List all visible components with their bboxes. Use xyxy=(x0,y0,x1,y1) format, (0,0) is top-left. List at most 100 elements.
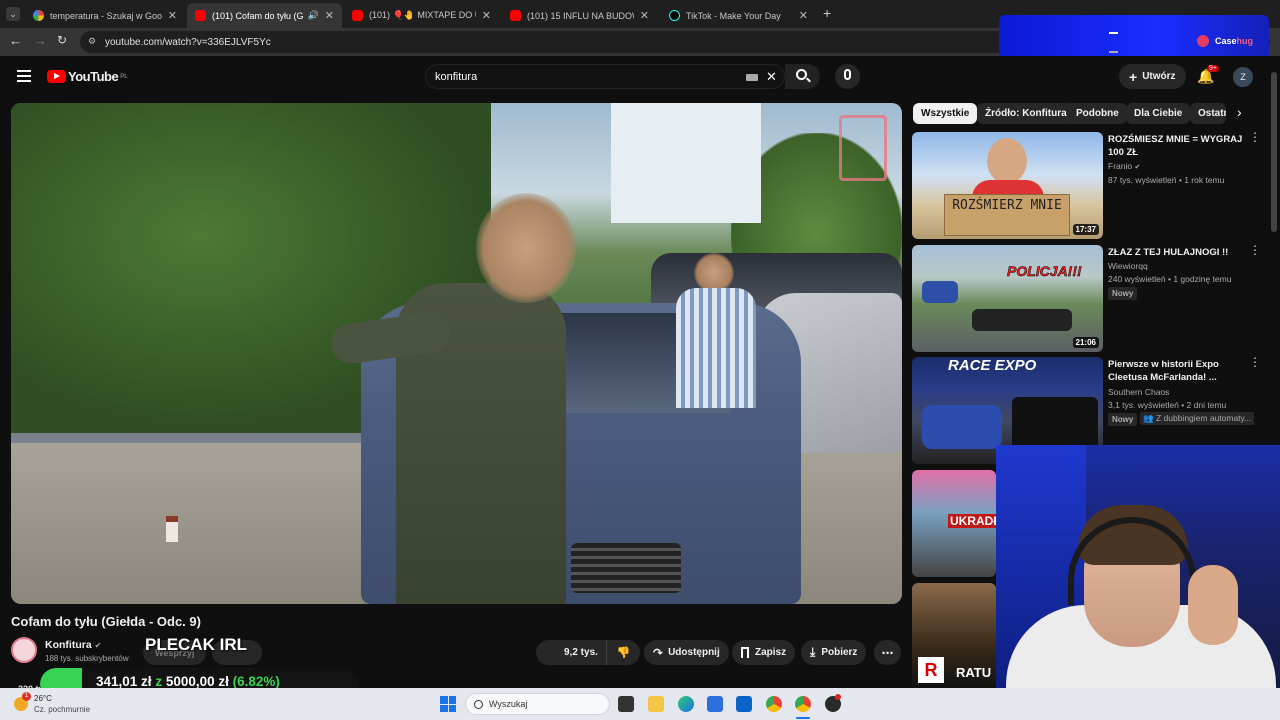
thumb-engine xyxy=(1012,397,1098,451)
more-vertical-icon[interactable]: ⋮ xyxy=(1249,244,1261,256)
edge-icon[interactable] xyxy=(678,696,694,712)
active-app-indicator xyxy=(796,717,810,719)
keyboard-icon[interactable] xyxy=(746,74,758,81)
browser-tab[interactable]: (101) 15 INFLU NA BUDOWIE: L ✕ xyxy=(502,3,657,28)
recommendation-thumbnail[interactable]: UKRADŁ xyxy=(912,470,996,577)
thumb-caption: POLICJA!!! xyxy=(1007,263,1082,280)
youtube-logo-text: YouTube xyxy=(68,69,119,84)
speaker-icon[interactable]: 🔊 xyxy=(308,10,319,21)
search-query: konfitura xyxy=(435,70,478,83)
verified-icon: ✔ xyxy=(1134,164,1141,171)
casehug-logo-case: Case xyxy=(1215,36,1237,46)
recommendation-thumbnail[interactable]: RATU R xyxy=(912,583,996,688)
goal-target: 5000,00 zł xyxy=(165,674,229,689)
new-tab-button[interactable]: + xyxy=(823,5,831,21)
voice-search-button[interactable] xyxy=(835,64,860,89)
recommendation-channel[interactable]: Franio ✔ xyxy=(1108,161,1140,171)
recommendation-title[interactable]: ZŁAZ Z TEJ HULAJNOGI !! xyxy=(1108,246,1243,259)
video-title: Cofam do tyłu (Giełda - Odc. 9) xyxy=(11,614,201,629)
page-scrollbar[interactable] xyxy=(1271,72,1277,232)
download-icon: ⤓ xyxy=(810,645,816,659)
like-button[interactable]: 9,2 tys. xyxy=(536,640,606,665)
youtube-logo[interactable]: YouTube PL xyxy=(47,69,128,84)
chip-related[interactable]: Podobne xyxy=(1068,103,1127,124)
more-vertical-icon[interactable]: ⋮ xyxy=(1249,131,1261,143)
weather-desc: Cz. pochmurnie xyxy=(34,705,91,714)
clear-search-icon[interactable]: ✕ xyxy=(766,69,777,85)
chips-next-icon[interactable]: › xyxy=(1237,104,1242,120)
thumb-police-car xyxy=(922,281,958,303)
casehug-logo-icon xyxy=(1197,35,1209,47)
video-blurred-face-2 xyxy=(694,253,734,293)
recommendation-item[interactable]: ROZŚMIERZ MNIE 17:37 ROZŚMIESZ MNIE = WY… xyxy=(912,131,1261,239)
store-icon[interactable] xyxy=(707,696,723,712)
back-icon[interactable]: ← xyxy=(9,33,22,48)
browser-tab[interactable]: (101) 🎈🤚 MIXTAPE DO UCIEK ✕ xyxy=(344,3,499,28)
recommendation-title[interactable]: ROZŚMIESZ MNIE = WYGRAJ 100 ZŁ xyxy=(1108,133,1243,159)
more-horizontal-icon: ⋯ xyxy=(881,645,894,660)
youtube-header: YouTube PL konfitura ✕ + Utwórz 🔔 9+ Z xyxy=(0,56,1280,100)
recommendation-item[interactable]: POLICJA!!! 21:06 ZŁAZ Z TEJ HULAJNOGI !!… xyxy=(912,244,1261,352)
forward-icon[interactable]: → xyxy=(34,33,47,48)
recommendation-thumbnail[interactable]: ROZŚMIERZ MNIE 17:37 xyxy=(912,132,1103,239)
youtube-icon xyxy=(510,10,521,21)
share-button[interactable]: ↷ Udostępnij xyxy=(644,640,729,665)
create-button[interactable]: + Utwórz xyxy=(1119,64,1186,89)
outlook-icon[interactable] xyxy=(736,696,752,712)
chrome-icon[interactable] xyxy=(766,696,782,712)
recommendation-channel[interactable]: Wiewiorqq xyxy=(1108,261,1148,271)
video-grille xyxy=(571,543,681,593)
plecak-label: PLECAK IRL xyxy=(145,635,247,654)
chrome-active-icon[interactable] xyxy=(795,696,811,712)
save-button[interactable]: Zapisz xyxy=(732,640,796,665)
tab-close-icon[interactable]: ✕ xyxy=(168,9,177,22)
reload-icon[interactable]: ↻ xyxy=(57,33,67,47)
thumb-sign: ROZŚMIERZ MNIE xyxy=(944,194,1070,236)
tab-close-icon[interactable]: ✕ xyxy=(640,9,649,22)
recommendation-thumbnail[interactable]: POLICJA!!! 21:06 xyxy=(912,245,1103,352)
browser-tab[interactable]: TikTok - Make Your Day ✕ xyxy=(661,3,816,28)
recommendation-channel[interactable]: Southern Chaos xyxy=(1108,387,1169,397)
chip-for-you[interactable]: Dla Ciebie xyxy=(1126,103,1191,124)
recommendation-title[interactable]: Pierwsze w historii Expo Cleetusa McFarl… xyxy=(1108,358,1243,384)
thumb-logo-r: R xyxy=(918,657,944,683)
video-player[interactable] xyxy=(11,103,902,604)
notification-count: 9+ xyxy=(1207,65,1219,72)
task-view-icon[interactable] xyxy=(618,696,634,712)
obs-recording-dot xyxy=(835,694,841,700)
windows-start-icon[interactable] xyxy=(440,696,456,712)
webcam-hand xyxy=(1188,565,1238,645)
browser-tab-active[interactable]: (101) Cofam do tyłu (Giełda 🔊 ✕ xyxy=(187,3,342,28)
chip-recent[interactable]: Ostatn xyxy=(1190,103,1226,124)
dislike-button[interactable]: 👎 xyxy=(606,640,640,665)
goal-current: 341,01 zł xyxy=(96,674,152,689)
site-info-icon[interactable]: ⚙ xyxy=(88,36,96,47)
thumb-caption: RACE EXPO xyxy=(948,357,1037,374)
download-button[interactable]: ⤓ Pobierz xyxy=(801,640,867,665)
channel-avatar[interactable] xyxy=(11,637,37,663)
recommendation-meta: 87 tys. wyświetleń • 1 rok temu xyxy=(1108,175,1225,185)
more-vertical-icon[interactable]: ⋮ xyxy=(1249,356,1261,368)
channel-name[interactable]: Konfitura ✔ xyxy=(45,639,101,651)
avatar-letter: Z xyxy=(1240,72,1246,82)
google-icon xyxy=(33,10,44,21)
casehug-logo: Casehug xyxy=(1215,36,1253,46)
hamburger-menu-icon[interactable] xyxy=(17,70,31,82)
search-button[interactable] xyxy=(785,64,820,89)
tab-close-icon[interactable]: ✕ xyxy=(325,9,334,22)
more-actions-button[interactable]: ⋯ xyxy=(874,640,901,665)
avatar[interactable]: Z xyxy=(1233,67,1253,87)
tab-close-icon[interactable]: ✕ xyxy=(482,9,491,22)
browser-tab[interactable]: temperatura - Szukaj w Google ✕ xyxy=(25,3,185,28)
file-explorer-icon[interactable] xyxy=(648,696,664,712)
youtube-icon xyxy=(195,10,206,21)
tab-title: temperatura - Szukaj w Google xyxy=(50,10,162,21)
search-input[interactable]: konfitura ✕ xyxy=(425,64,785,89)
taskbar-search-input[interactable]: Wyszukaj xyxy=(465,693,610,715)
tab-search-icon[interactable]: ⌄ xyxy=(6,7,20,21)
notifications-button[interactable]: 🔔 9+ xyxy=(1197,65,1219,86)
chip-source[interactable]: Źródło: Konfitura xyxy=(977,103,1075,124)
tab-close-icon[interactable]: ✕ xyxy=(799,9,808,22)
chip-all[interactable]: Wszystkie xyxy=(913,103,978,124)
thumb-caption: RATU xyxy=(956,665,992,680)
